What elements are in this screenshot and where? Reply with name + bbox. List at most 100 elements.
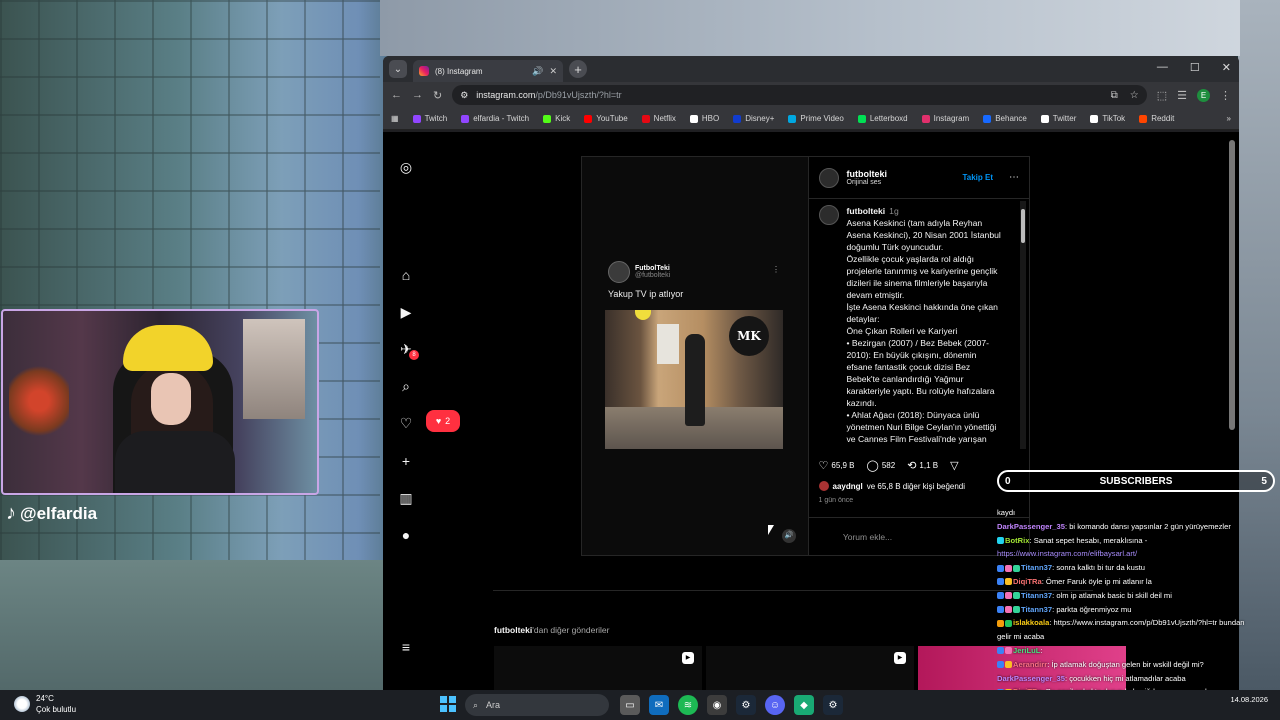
dashboard-icon[interactable]: ▥ <box>397 489 415 507</box>
cast-icon[interactable]: ⧉ <box>1111 90 1118 101</box>
create-icon[interactable]: + <box>397 452 415 470</box>
bookmark-item[interactable]: Kick <box>543 114 570 123</box>
bookmark-item[interactable]: TikTok <box>1090 114 1125 123</box>
chat-username: Titann37 <box>1021 563 1053 573</box>
weather-widget[interactable]: 24°C Çok bulutlu <box>14 693 76 715</box>
reels-icon[interactable]: ▶ <box>397 303 415 321</box>
caption-line: detaylar: <box>846 314 880 324</box>
bookmarks-bar: ▦ Twitch elfardia - Twitch Kick YouTube Netf… <box>383 108 1239 130</box>
bookmark-item[interactable]: Disney+ <box>733 114 774 123</box>
reload-icon[interactable]: ↻ <box>433 89 442 102</box>
comment-button[interactable]: ◯ 582 <box>867 459 896 472</box>
bookmark-star-icon[interactable]: ☆ <box>1130 90 1139 101</box>
chat-overlay: kaydı DarkPassenger_35: bi komando dansı … <box>997 506 1280 720</box>
instagram-logo-icon[interactable]: ◎ <box>397 158 415 176</box>
liked-by-user[interactable]: aaydngl <box>833 482 863 491</box>
follow-button[interactable]: Takip Et <box>962 173 993 182</box>
reel-icon: ▶ <box>682 652 694 664</box>
steam-2-icon[interactable]: ⚙ <box>823 695 843 715</box>
clock[interactable]: 14.08.2026 <box>1230 694 1268 705</box>
forward-icon[interactable]: → <box>412 89 423 101</box>
menu-dots-icon[interactable]: ⋮ <box>1220 89 1231 102</box>
start-button[interactable] <box>440 696 456 712</box>
taskbar: 24°C Çok bulutlu ⌕ Ara ▭ ✉ ≋ ◉ ⚙ ☺ ◆ ⚙ 14… <box>0 690 1280 720</box>
bookmark-item[interactable]: Twitch <box>412 114 448 123</box>
bookmark-item[interactable]: HBO <box>689 114 719 123</box>
taskbar-search[interactable]: ⌕ Ara <box>465 694 609 716</box>
liked-by-rest[interactable]: ve 65,8 B diğer kişi beğendi <box>867 482 965 491</box>
minimize-icon[interactable]: — <box>1157 61 1168 74</box>
file-explorer-icon[interactable]: ▭ <box>620 695 640 715</box>
more-options-icon[interactable]: ⋯ <box>1009 172 1019 183</box>
tab-bar: ⌄ (8) Instagram 🔊 ✕ + — ☐ ✕ <box>383 56 1239 82</box>
comment-input[interactable]: Yorum ekle... <box>843 532 892 542</box>
bookmark-item[interactable]: YouTube <box>584 114 628 123</box>
caption-line: • Bezirgan (2007) / Bez Bebek (2007- <box>846 338 990 348</box>
home-icon[interactable]: ⌂ <box>397 266 415 284</box>
outlook-icon[interactable]: ✉ <box>649 695 669 715</box>
apps-grid-icon[interactable]: ▦ <box>391 114 399 123</box>
bookmarks-overflow-icon[interactable]: » <box>1227 114 1231 123</box>
reading-list-icon[interactable]: ☰ <box>1177 89 1187 102</box>
site-info-icon[interactable]: ⚙ <box>460 90 468 101</box>
author-avatar[interactable] <box>818 167 839 188</box>
bookmark-item[interactable]: Reddit <box>1139 114 1174 123</box>
search-icon[interactable]: ⌕ <box>397 377 415 395</box>
repost-button[interactable]: ⟲ 1,1 B <box>907 459 938 472</box>
audio-label[interactable]: Orijinal ses <box>847 179 888 186</box>
bookmark-item[interactable]: Prime Video <box>788 114 844 123</box>
profile-avatar[interactable]: E <box>1197 88 1210 102</box>
bookmark-label: Twitch <box>424 114 448 123</box>
bookmark-item[interactable]: Letterboxd <box>857 114 908 123</box>
like-notification-popup[interactable]: ♥ 2 <box>426 410 460 432</box>
app-icon[interactable]: ◆ <box>794 695 814 715</box>
bookmark-item[interactable]: Netflix <box>641 114 676 123</box>
emoji-icon[interactable]: ☺ <box>819 528 835 546</box>
more-posts-user[interactable]: futbolteki <box>494 625 532 635</box>
share-button[interactable]: ▽ <box>950 459 958 472</box>
bookmark-item[interactable]: elfardia - Twitch <box>461 114 529 123</box>
more-menu-icon[interactable]: ≡ <box>397 638 415 656</box>
post-media[interactable]: FutbolTeki @futbolteki ⋮ Yakup TV ip atl… <box>582 157 808 555</box>
extensions-icon[interactable]: ⬚ <box>1157 89 1167 102</box>
volume-icon[interactable]: 🔊 <box>782 529 796 543</box>
chat-username: BotRix <box>1005 535 1030 545</box>
page-scrollbar[interactable] <box>1229 140 1235 430</box>
steam-icon[interactable]: ⚙ <box>736 695 756 715</box>
caption-avatar[interactable] <box>818 205 839 225</box>
close-tab-icon[interactable]: ✕ <box>549 66 557 77</box>
bookmark-favicon-icon <box>983 114 992 123</box>
close-window-icon[interactable]: ✕ <box>1222 61 1231 74</box>
taskbar-search-placeholder: Ara <box>486 700 501 710</box>
spotify-icon[interactable]: ≋ <box>678 695 698 715</box>
url-input[interactable]: ⚙ instagram.com/p/Db91vUjszth/?hl=tr ⧉ ☆ <box>452 85 1147 105</box>
caption-scrollbar[interactable] <box>1020 201 1026 449</box>
back-icon[interactable]: ← <box>391 89 402 101</box>
profile-avatar-icon[interactable]: ● <box>397 526 415 544</box>
chrome-icon[interactable]: ◉ <box>707 695 727 715</box>
speaker-icon[interactable]: 🔊 <box>532 66 543 77</box>
bookmark-item[interactable]: Behance <box>983 114 1027 123</box>
maximize-icon[interactable]: ☐ <box>1190 61 1200 74</box>
post-thumbnail[interactable]: ▶ <box>494 646 702 690</box>
author-username[interactable]: futbolteki <box>847 169 888 179</box>
comment-icon: ◯ <box>866 460 879 472</box>
bookmark-item[interactable]: Instagram <box>921 114 969 123</box>
caption-username[interactable]: futbolteki <box>847 206 886 216</box>
discord-icon[interactable]: ☺ <box>765 695 785 715</box>
bookmark-favicon-icon <box>641 114 650 123</box>
tab-instagram[interactable]: (8) Instagram 🔊 ✕ <box>413 60 563 82</box>
chat-badge-icon <box>1005 578 1012 586</box>
notifications-heart-icon[interactable]: ♡ <box>397 414 415 432</box>
bookmark-label: TikTok <box>1102 114 1126 123</box>
new-tab-button[interactable]: + <box>569 60 587 78</box>
chat-badge-icon <box>1005 564 1012 572</box>
post-thumbnail[interactable]: ▶ <box>706 646 914 690</box>
tab-search-button[interactable]: ⌄ <box>389 60 407 78</box>
instagram-favicon-icon <box>419 66 429 76</box>
chat-username: Aerandirr <box>1013 659 1048 669</box>
tweet-avatar <box>608 261 630 283</box>
chat-message: DarkPassenger_35: çocukken hiç mi atlama… <box>997 672 1280 686</box>
bookmark-item[interactable]: Twitter <box>1040 114 1076 123</box>
like-button[interactable]: ♡ 65,9 B <box>819 459 855 472</box>
